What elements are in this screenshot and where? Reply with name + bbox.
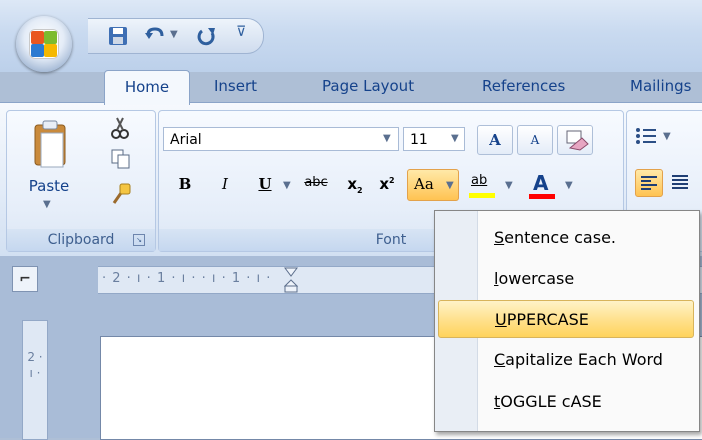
align-left-button[interactable] [635,169,663,197]
vertical-ruler[interactable]: 2 · ı · [22,320,48,440]
shrink-font-button[interactable]: A [517,125,553,155]
bold-button[interactable]: B [175,175,195,193]
menu-item-sentence-case[interactable]: Sentence case. [438,219,694,257]
tab-page-layout[interactable]: Page Layout [322,70,414,102]
bullets-dropdown-icon[interactable]: ▼ [663,131,671,142]
strikethrough-button[interactable]: abc [297,175,335,190]
eraser-icon [566,130,589,151]
customize-qat-icon[interactable]: ⊽ [236,24,246,40]
menu-item-capitalize-each-word[interactable]: Capitalize Each Word [438,341,694,379]
clipboard-group-label: Clipboard ↘ [7,229,155,251]
change-case-menu: Sentence case. lowercase UPPERCASE Capit… [434,210,700,432]
tab-home[interactable]: Home [104,70,190,105]
font-color-button[interactable]: A [527,169,557,201]
tab-references[interactable]: References [482,70,565,102]
paste-dropdown-icon[interactable]: ▼ [43,199,51,210]
clear-formatting-button[interactable] [557,125,593,155]
save-icon[interactable] [108,26,128,46]
paste-button[interactable]: Paste [19,177,79,195]
redo-icon[interactable] [196,25,218,47]
superscript-button[interactable]: x2 [375,175,399,193]
undo-icon[interactable] [144,25,166,45]
italic-button[interactable]: I [215,175,235,193]
change-case-dropdown-icon: ▼ [446,180,454,191]
bullets-icon[interactable] [635,127,657,145]
font-color-swatch [529,194,555,199]
office-button[interactable] [16,16,72,72]
copy-icon[interactable] [111,149,131,169]
undo-dropdown-icon[interactable]: ▼ [170,29,178,40]
underline-dropdown-icon[interactable]: ▼ [283,180,291,191]
paste-icon[interactable] [33,119,67,171]
dialog-launcher-icon[interactable]: ↘ [133,234,145,246]
office-logo-icon [29,29,59,59]
indent-marker-icon[interactable] [284,267,298,293]
font-family-dropdown-icon[interactable]: ▼ [383,133,391,144]
menu-item-uppercase[interactable]: UPPERCASE [438,300,694,338]
grow-font-button[interactable]: A [477,125,513,155]
align-left-icon [641,176,657,190]
font-color-dropdown-icon[interactable]: ▼ [565,180,573,191]
subscript-button[interactable]: x2 [343,175,367,195]
font-size-dropdown-icon[interactable]: ▼ [451,133,459,144]
tab-selector-icon[interactable]: ⌐ [12,266,38,292]
menu-item-toggle-case[interactable]: tOGGLE cASE [438,383,694,421]
font-family-field[interactable]: Arial [163,127,399,151]
menu-item-lowercase[interactable]: lowercase [438,260,694,298]
align-center-icon[interactable] [669,171,691,193]
quick-access-toolbar: ▼ ⊽ [88,18,264,54]
highlight-color-swatch [469,193,495,198]
format-painter-icon[interactable] [111,181,133,205]
highlight-dropdown-icon[interactable]: ▼ [505,180,513,191]
clipboard-group: Paste ▼ Clipboard ↘ [6,110,156,252]
cut-icon[interactable] [111,117,129,139]
underline-button[interactable]: U [255,175,275,193]
tab-mailings[interactable]: Mailings [630,70,691,102]
highlight-button[interactable]: ab [467,171,503,201]
change-case-button[interactable]: Aa ▼ [407,169,459,201]
tab-insert[interactable]: Insert [214,70,257,102]
